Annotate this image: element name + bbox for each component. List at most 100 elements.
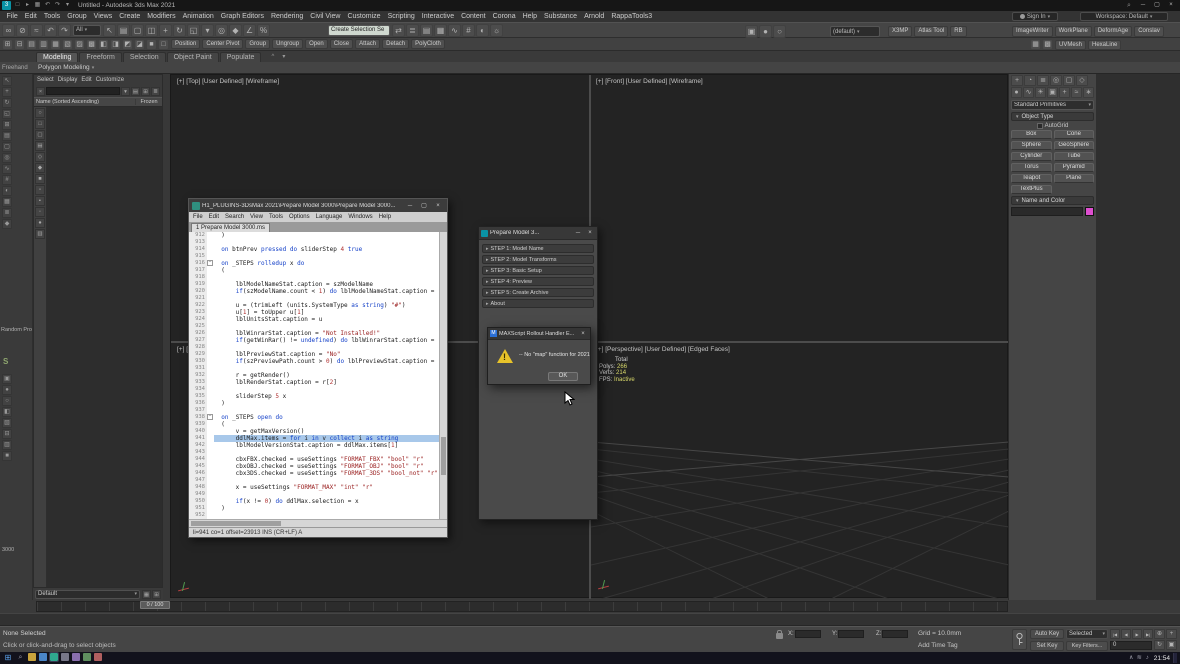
- time-configuration-icon[interactable]: ⊞: [152, 589, 161, 599]
- tube-button[interactable]: Tube: [1053, 152, 1094, 161]
- horizontal-scrollbar[interactable]: [189, 519, 447, 527]
- rollout-step-5-create-archive[interactable]: STEP 5: Create Archive: [482, 288, 594, 297]
- material-editor-icon[interactable]: ◐: [476, 23, 489, 37]
- ungroup-button[interactable]: Ungroup: [272, 39, 304, 49]
- explorer-tool-4-icon[interactable]: ▤: [35, 141, 45, 151]
- ribbon-tab-freeform[interactable]: Freeform: [79, 52, 122, 62]
- code-line-940[interactable]: 940 v = getMaxVersion(): [189, 428, 439, 435]
- open-file-icon[interactable]: ▸: [23, 1, 32, 10]
- vertical-scrollbar[interactable]: [439, 232, 447, 519]
- explorer-tool-1-icon[interactable]: ○: [35, 108, 45, 118]
- minimize-button[interactable]: ─: [1136, 1, 1150, 10]
- motion-icon[interactable]: ◎: [1050, 75, 1062, 86]
- sign-in-button[interactable]: Sign In: [1012, 12, 1058, 21]
- dock-tool-8-icon[interactable]: ◎: [2, 153, 12, 163]
- taskbar-search-icon[interactable]: [16, 653, 25, 663]
- deformage-button[interactable]: DeformAge: [1093, 26, 1133, 37]
- browser-taskbar-button[interactable]: [39, 653, 47, 661]
- space-warps-icon[interactable]: ≈: [1071, 87, 1082, 98]
- rollout-step-1-model-name[interactable]: STEP 1: Model Name: [482, 244, 594, 253]
- explorer-tool-3-icon[interactable]: ▢: [35, 130, 45, 140]
- code-line-925[interactable]: 925: [189, 323, 439, 330]
- menu-search[interactable]: Search: [225, 214, 244, 220]
- explorer-tool-10-icon[interactable]: ◦: [35, 207, 45, 217]
- code-line-944[interactable]: 944 cbxFBX.checked = useSettings "FORMAT…: [189, 456, 439, 463]
- explorer-settings-icon[interactable]: ⊞: [141, 86, 150, 96]
- 3ds-max-taskbar-button[interactable]: [49, 652, 59, 662]
- code-line-938[interactable]: 938− on _STEPS open do: [189, 414, 439, 421]
- plane-button[interactable]: Plane: [1053, 174, 1094, 183]
- explorer-tool-7-icon[interactable]: ■: [35, 174, 45, 184]
- default-track-combo[interactable]: Default: [35, 589, 140, 599]
- menu-corona[interactable]: Corona: [489, 13, 519, 20]
- network-icon[interactable]: ≋: [1136, 653, 1143, 663]
- menu-rendering[interactable]: Rendering: [267, 13, 306, 20]
- menu-options[interactable]: Options: [289, 214, 310, 220]
- menu-scripting[interactable]: Scripting: [384, 13, 418, 20]
- menu-select[interactable]: Select: [37, 77, 54, 83]
- schematic-view-icon[interactable]: #: [462, 23, 475, 37]
- object-category-combo[interactable]: Standard Primitives: [1011, 100, 1094, 110]
- code-line-921[interactable]: 921: [189, 295, 439, 302]
- x-coordinate-field[interactable]: [794, 630, 821, 638]
- select-object-icon[interactable]: ↖: [103, 23, 116, 37]
- dock-tool-1-icon[interactable]: ↖: [2, 76, 12, 86]
- clock[interactable]: 21:54: [1154, 655, 1170, 662]
- menu-tools[interactable]: Tools: [40, 13, 63, 20]
- tool-13-icon[interactable]: ■: [146, 38, 157, 50]
- tool-5-icon[interactable]: ▦: [50, 38, 61, 50]
- app-4-taskbar-button[interactable]: [61, 653, 69, 661]
- dock-tool-19-icon[interactable]: ▧: [2, 418, 12, 428]
- code-line-931[interactable]: 931: [189, 365, 439, 372]
- scrollbar-thumb[interactable]: [441, 437, 446, 475]
- toggle-ribbon-icon[interactable]: ▦: [434, 23, 447, 37]
- code-line-922[interactable]: 922 u = (trimLeft (units.SystemType as s…: [189, 302, 439, 309]
- menu-file[interactable]: File: [3, 13, 21, 20]
- center-pivot-button[interactable]: Center Pivot: [202, 39, 244, 49]
- textplus-button[interactable]: TextPlus: [1011, 185, 1052, 194]
- dock-tool-21-icon[interactable]: ▥: [2, 440, 12, 450]
- explorer-tool-2-icon[interactable]: □: [35, 119, 45, 129]
- code-line-934[interactable]: 934: [189, 386, 439, 393]
- search-filter-icon[interactable]: ▾: [121, 86, 130, 96]
- code-line-946[interactable]: 946 cbx3DS.checked = useSettings "FORMAT…: [189, 470, 439, 477]
- tool-6-icon[interactable]: ▧: [62, 38, 73, 50]
- menu-help[interactable]: Help: [379, 214, 391, 220]
- volume-icon[interactable]: ♪: [1144, 653, 1151, 663]
- torus-button[interactable]: Torus: [1011, 163, 1052, 172]
- scrollbar-thumb[interactable]: [191, 521, 281, 526]
- unlink-selection-icon[interactable]: ⊘: [16, 23, 29, 37]
- explorer-tool-5-icon[interactable]: ◇: [35, 152, 45, 162]
- selection-filter-combo[interactable]: All: [73, 24, 101, 36]
- rendered-frame-window-icon[interactable]: ▣: [745, 25, 758, 38]
- menu-rappatools3[interactable]: RappaTools3: [608, 13, 656, 20]
- new-scene-icon[interactable]: □: [13, 1, 22, 10]
- menu-group[interactable]: Group: [64, 13, 90, 20]
- code-line-915[interactable]: 915: [189, 253, 439, 260]
- conslav-button[interactable]: Conslav: [1134, 26, 1164, 37]
- close-button[interactable]: Close: [329, 39, 354, 49]
- modify-icon[interactable]: ◔: [1024, 75, 1036, 86]
- select-and-link-icon[interactable]: ∞: [2, 23, 15, 37]
- menu-edit[interactable]: Edit: [209, 214, 219, 220]
- explorer-tool-11-icon[interactable]: ●: [35, 218, 45, 228]
- menu-windows[interactable]: Windows: [348, 214, 372, 220]
- dock-tool-14-icon[interactable]: ◆: [2, 219, 12, 229]
- menu-edit[interactable]: Edit: [81, 77, 91, 83]
- 3ds-max-logo-icon[interactable]: [2, 1, 11, 10]
- code-line-936[interactable]: 936 ): [189, 400, 439, 407]
- group-button[interactable]: Group: [245, 39, 271, 49]
- display-mode-icon[interactable]: ▤: [131, 86, 140, 96]
- dock-tool-10-icon[interactable]: #: [2, 175, 12, 185]
- menu-content[interactable]: Content: [458, 13, 490, 20]
- tool-10-icon[interactable]: ◨: [110, 38, 121, 50]
- fold-margin[interactable]: −: [207, 260, 214, 267]
- window-crossing-icon[interactable]: ◫: [145, 23, 158, 37]
- x3mp-button[interactable]: X3MP: [888, 26, 913, 37]
- toggle-layer-explorer-icon[interactable]: ▤: [420, 23, 433, 37]
- code-line-919[interactable]: 919 lblModelNameStat.caption = szModelNa…: [189, 281, 439, 288]
- explorer-tool-12-icon[interactable]: ▥: [35, 229, 45, 239]
- autogrid-checkbox[interactable]: [1036, 123, 1043, 129]
- render-production-icon[interactable]: ●: [759, 25, 772, 38]
- app-6-taskbar-button[interactable]: [83, 653, 91, 661]
